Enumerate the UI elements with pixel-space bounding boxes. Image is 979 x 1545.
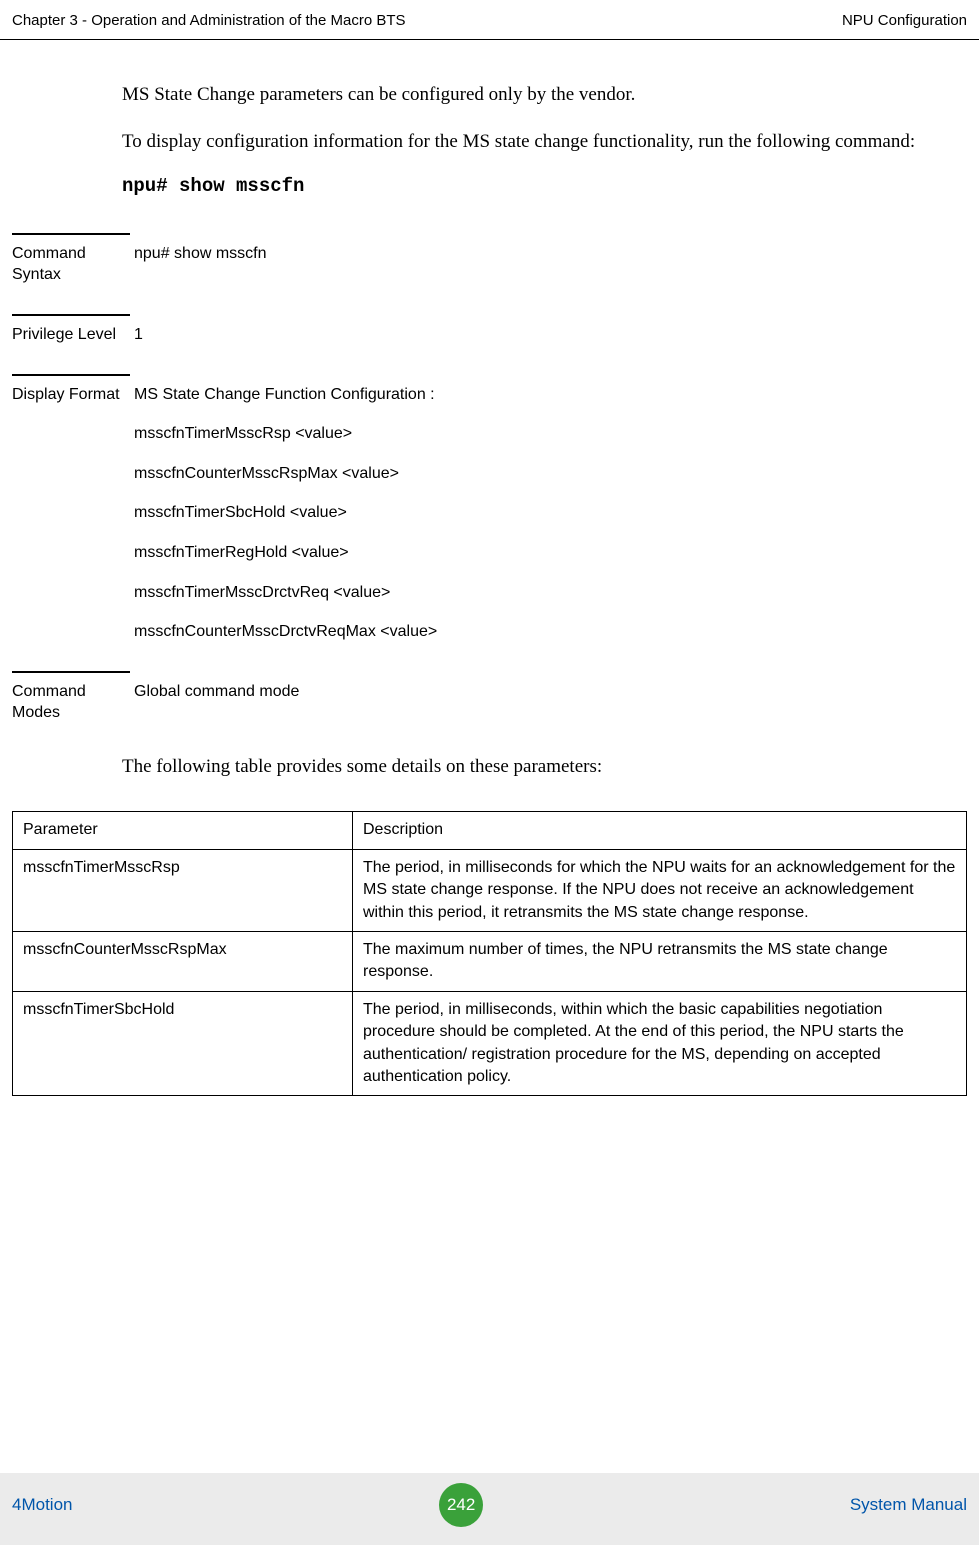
table-cell-param: msscfnTimerSbcHold <box>13 991 353 1096</box>
display-format-line: MS State Change Function Configuration : <box>134 384 967 406</box>
display-format-line: msscfnTimerSbcHold <value> <box>134 502 967 524</box>
table-header-parameter: Parameter <box>13 812 353 849</box>
section-value: npu# show msscfn <box>134 243 967 265</box>
command-example: npu# show msscfn <box>122 175 967 197</box>
section-display-format: Display Format MS State Change Function … <box>12 374 967 643</box>
footer-product: 4Motion <box>12 1495 72 1515</box>
section-rule <box>12 314 130 316</box>
table-cell-param: msscfnTimerMsscRsp <box>13 849 353 931</box>
display-format-line: msscfnCounterMsscRspMax <value> <box>134 463 967 485</box>
section-privilege-level: Privilege Level 1 <box>12 314 967 346</box>
table-row: msscfnTimerMsscRsp The period, in millis… <box>13 849 967 931</box>
intro-paragraph-2: To display configuration information for… <box>122 127 947 156</box>
section-label: Command Modes <box>12 681 134 724</box>
intro-paragraph-1: MS State Change parameters can be config… <box>122 80 947 109</box>
param-table-intro: The following table provides some detail… <box>122 752 947 781</box>
parameter-table: Parameter Description msscfnTimerMsscRsp… <box>12 811 967 1096</box>
page-number-badge: 242 <box>439 1483 483 1527</box>
page-header: Chapter 3 - Operation and Administration… <box>0 0 979 40</box>
section-command-syntax: Command Syntax npu# show msscfn <box>12 233 967 286</box>
table-header-description: Description <box>353 812 967 849</box>
table-header-row: Parameter Description <box>13 812 967 849</box>
table-cell-param: msscfnCounterMsscRspMax <box>13 932 353 992</box>
table-cell-desc: The period, in milliseconds for which th… <box>353 849 967 931</box>
table-row: msscfnCounterMsscRspMax The maximum numb… <box>13 932 967 992</box>
header-right: NPU Configuration <box>842 12 967 29</box>
display-format-line: msscfnTimerMsscDrctvReq <value> <box>134 582 967 604</box>
footer-doc-title: System Manual <box>850 1495 967 1515</box>
table-row: msscfnTimerSbcHold The period, in millis… <box>13 991 967 1096</box>
section-value: MS State Change Function Configuration :… <box>134 384 967 643</box>
section-rule <box>12 374 130 376</box>
content-area: MS State Change parameters can be config… <box>0 40 979 1096</box>
section-label: Command Syntax <box>12 243 134 286</box>
header-left: Chapter 3 - Operation and Administration… <box>12 12 406 29</box>
section-label: Display Format <box>12 384 134 406</box>
table-cell-desc: The maximum number of times, the NPU ret… <box>353 932 967 992</box>
section-value: 1 <box>134 324 967 346</box>
display-format-line: msscfnCounterMsscDrctvReqMax <value> <box>134 621 967 643</box>
section-command-modes: Command Modes Global command mode <box>12 671 967 724</box>
display-format-line: msscfnTimerRegHold <value> <box>134 542 967 564</box>
section-label: Privilege Level <box>12 324 134 346</box>
table-cell-desc: The period, in milliseconds, within whic… <box>353 991 967 1096</box>
page-footer: 4Motion 242 System Manual <box>0 1473 979 1545</box>
section-rule <box>12 671 130 673</box>
display-format-line: msscfnTimerMsscRsp <value> <box>134 423 967 445</box>
section-rule <box>12 233 130 235</box>
section-value: Global command mode <box>134 681 967 703</box>
